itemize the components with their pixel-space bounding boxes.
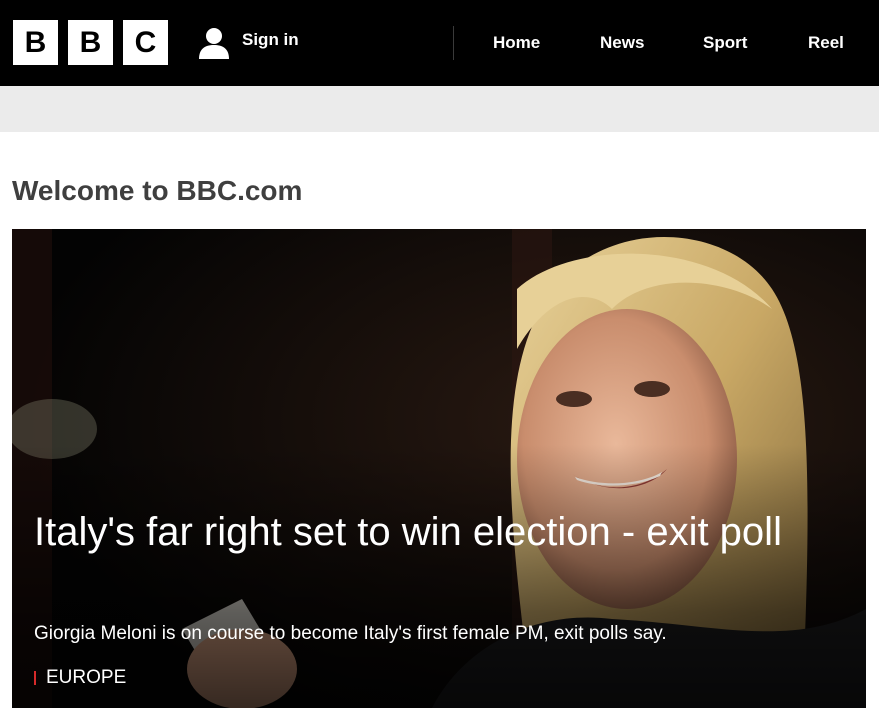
nav-home[interactable]: Home	[493, 33, 540, 53]
hero-summary: Giorgia Meloni is on course to become It…	[34, 623, 667, 644]
nav-sport[interactable]: Sport	[703, 33, 747, 53]
tag-label: EUROPE	[46, 667, 127, 688]
secondary-nav-bar	[0, 86, 879, 132]
page-title: Welcome to BBC.com	[12, 175, 303, 206]
hero-story[interactable]: Italy's far right set to win election - …	[12, 229, 866, 708]
user-icon	[196, 25, 232, 61]
section-tag[interactable]: EUROPE	[34, 667, 126, 689]
sign-in-button[interactable]: Sign in	[196, 25, 299, 61]
nav-divider	[453, 26, 454, 60]
sign-in-label: Sign in	[242, 30, 299, 49]
logo-letter: C	[123, 20, 168, 65]
tag-accent-bar	[34, 671, 36, 685]
logo-letter: B	[13, 20, 58, 65]
masthead: B B C Sign in Home News Sport Reel	[0, 0, 879, 86]
nav-reel[interactable]: Reel	[808, 33, 844, 53]
nav-news[interactable]: News	[600, 33, 644, 53]
bbc-logo[interactable]: B B C	[13, 20, 168, 65]
logo-letter: B	[68, 20, 113, 65]
hero-headline[interactable]: Italy's far right set to win election - …	[34, 507, 824, 557]
